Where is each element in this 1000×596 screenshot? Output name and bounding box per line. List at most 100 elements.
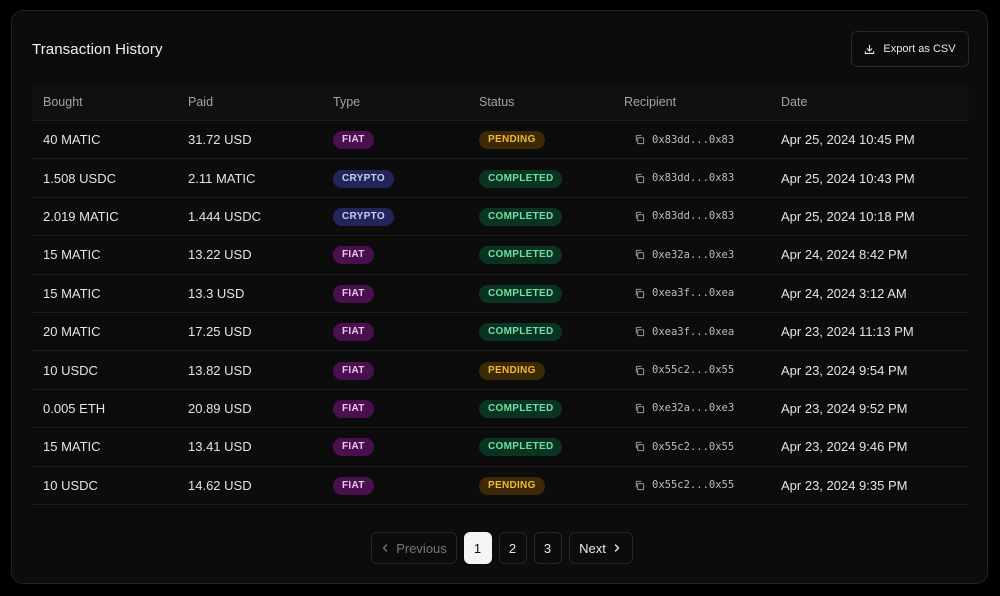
bought-cell: 15 MATIC bbox=[43, 439, 101, 455]
paid-cell: 13.3 USD bbox=[188, 285, 245, 301]
copy-icon[interactable] bbox=[634, 249, 645, 260]
recipient-cell: 0xe32a...0xe3 bbox=[614, 402, 770, 414]
transactions-table: Bought Paid Type Status Recipient Date 4… bbox=[32, 83, 969, 505]
type-cell: FIAT bbox=[323, 322, 469, 342]
status-cell: COMPLETED bbox=[469, 399, 614, 418]
column-header-type: Type bbox=[333, 94, 361, 109]
status-badge: PENDING bbox=[479, 131, 545, 150]
paid-cell: 2.11 MATIC bbox=[188, 170, 256, 186]
type-badge: FIAT bbox=[333, 476, 374, 495]
date-cell: Apr 23, 2024 9:46 PM bbox=[781, 439, 908, 455]
type-badge: FIAT bbox=[333, 323, 374, 342]
paid-cell: 31.72 USD bbox=[188, 132, 252, 148]
table-row: 1.508 USDC 2.11 MATIC CRYPTO COMPLETED 0… bbox=[32, 159, 969, 198]
pagination: Previous 1 2 3 Next bbox=[12, 532, 989, 564]
bought-cell: 10 USDC bbox=[43, 362, 98, 378]
status-badge: COMPLETED bbox=[479, 399, 563, 418]
previous-page-label: Previous bbox=[396, 540, 447, 556]
bought-cell: 15 MATIC bbox=[43, 247, 101, 263]
page-title: Transaction History bbox=[32, 41, 163, 58]
recipient-address: 0x55c2...0x55 bbox=[652, 479, 735, 492]
type-cell: CRYPTO bbox=[323, 169, 469, 188]
type-cell: CRYPTO bbox=[323, 207, 469, 226]
column-header-paid: Paid bbox=[188, 94, 214, 109]
paid-cell: 13.82 USD bbox=[188, 362, 252, 378]
copy-icon[interactable] bbox=[634, 326, 645, 337]
table-header: Bought Paid Type Status Recipient Date bbox=[32, 83, 969, 121]
copy-icon[interactable] bbox=[634, 288, 645, 299]
copy-icon[interactable] bbox=[634, 480, 645, 491]
table-row: 0.005 ETH 20.89 USD FIAT COMPLETED 0xe32… bbox=[32, 390, 969, 429]
recipient-address: 0x83dd...0x83 bbox=[652, 133, 735, 146]
type-cell: FIAT bbox=[323, 437, 469, 457]
type-cell: FIAT bbox=[323, 130, 469, 150]
type-cell: FIAT bbox=[323, 361, 469, 380]
recipient-cell: 0x83dd...0x83 bbox=[614, 172, 770, 184]
status-cell: COMPLETED bbox=[469, 437, 614, 457]
date-cell: Apr 25, 2024 10:43 PM bbox=[781, 170, 915, 186]
page-button-2[interactable]: 2 bbox=[498, 532, 527, 564]
recipient-address: 0xea3f...0xea bbox=[652, 287, 735, 300]
status-badge: COMPLETED bbox=[479, 284, 563, 303]
column-header-recipient: Recipient bbox=[624, 94, 677, 109]
export-csv-label: Export as CSV bbox=[883, 43, 956, 55]
status-badge: COMPLETED bbox=[479, 323, 563, 342]
status-cell: COMPLETED bbox=[469, 245, 614, 265]
status-cell: COMPLETED bbox=[469, 169, 614, 188]
paid-cell: 1.444 USDC bbox=[188, 208, 261, 224]
type-badge: FIAT bbox=[333, 399, 374, 418]
status-cell: COMPLETED bbox=[469, 284, 614, 303]
chevron-left-icon bbox=[383, 544, 388, 552]
bought-cell: 15 MATIC bbox=[43, 285, 101, 301]
recipient-address: 0x55c2...0x55 bbox=[652, 364, 735, 377]
status-cell: PENDING bbox=[469, 130, 614, 150]
recipient-address: 0xe32a...0xe3 bbox=[652, 248, 735, 261]
type-badge: FIAT bbox=[333, 131, 374, 150]
export-csv-button[interactable]: Export as CSV bbox=[851, 31, 969, 67]
date-cell: Apr 23, 2024 9:54 PM bbox=[781, 362, 908, 378]
paid-cell: 17.25 USD bbox=[188, 324, 252, 340]
recipient-cell: 0xea3f...0xea bbox=[614, 326, 770, 338]
table-row: 15 MATIC 13.22 USD FIAT COMPLETED 0xe32a… bbox=[32, 236, 969, 275]
copy-icon[interactable] bbox=[634, 211, 645, 222]
recipient-cell: 0xe32a...0xe3 bbox=[614, 249, 770, 261]
date-cell: Apr 24, 2024 3:12 AM bbox=[781, 285, 907, 301]
paid-cell: 13.41 USD bbox=[188, 439, 252, 455]
copy-icon[interactable] bbox=[634, 173, 645, 184]
status-cell: COMPLETED bbox=[469, 207, 614, 226]
copy-icon[interactable] bbox=[634, 403, 645, 414]
copy-icon[interactable] bbox=[634, 441, 645, 452]
date-cell: Apr 23, 2024 11:13 PM bbox=[781, 324, 914, 340]
type-badge: FIAT bbox=[333, 284, 374, 303]
status-badge: COMPLETED bbox=[479, 246, 563, 265]
status-badge: COMPLETED bbox=[479, 169, 563, 188]
copy-icon[interactable] bbox=[634, 134, 645, 145]
copy-icon[interactable] bbox=[634, 365, 645, 376]
recipient-address: 0x83dd...0x83 bbox=[652, 210, 735, 223]
date-cell: Apr 23, 2024 9:52 PM bbox=[781, 400, 908, 416]
paid-cell: 20.89 USD bbox=[188, 400, 252, 416]
status-cell: PENDING bbox=[469, 361, 614, 380]
type-cell: FIAT bbox=[323, 284, 469, 303]
table-row: 15 MATIC 13.3 USD FIAT COMPLETED 0xea3f.… bbox=[32, 275, 969, 313]
page-button-1[interactable]: 1 bbox=[463, 532, 492, 564]
recipient-cell: 0x83dd...0x83 bbox=[614, 134, 770, 146]
status-badge: COMPLETED bbox=[479, 438, 563, 457]
type-cell: FIAT bbox=[323, 399, 469, 418]
type-badge: FIAT bbox=[333, 361, 374, 380]
table-row: 10 USDC 14.62 USD FIAT PENDING 0x55c2...… bbox=[32, 467, 969, 505]
previous-page-button[interactable]: Previous bbox=[370, 532, 457, 564]
status-cell: PENDING bbox=[469, 476, 614, 495]
type-badge: CRYPTO bbox=[333, 207, 394, 226]
bought-cell: 0.005 ETH bbox=[43, 400, 106, 416]
table-row: 20 MATIC 17.25 USD FIAT COMPLETED 0xea3f… bbox=[32, 313, 969, 352]
recipient-address: 0x55c2...0x55 bbox=[652, 440, 735, 453]
recipient-cell: 0x55c2...0x55 bbox=[614, 364, 770, 376]
recipient-cell: 0x55c2...0x55 bbox=[614, 441, 770, 453]
bought-cell: 1.508 USDC bbox=[43, 170, 116, 186]
status-badge: PENDING bbox=[479, 476, 545, 495]
next-page-button[interactable]: Next bbox=[568, 532, 633, 564]
chevron-right-icon bbox=[614, 544, 620, 552]
page-button-3[interactable]: 3 bbox=[533, 532, 562, 564]
table-body: 40 MATIC 31.72 USD FIAT PENDING 0x83dd..… bbox=[32, 121, 969, 505]
